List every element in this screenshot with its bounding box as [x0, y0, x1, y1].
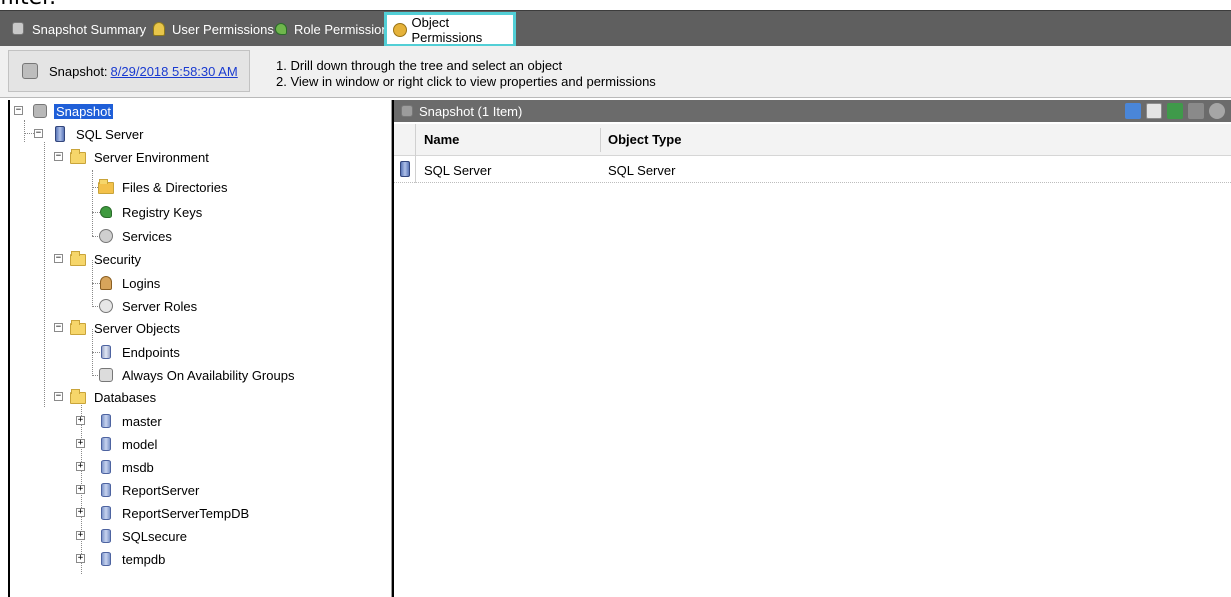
snapshot-label: Snapshot: — [49, 63, 108, 79]
expand-toggle[interactable]: + — [76, 554, 85, 563]
collapse-toggle[interactable]: − — [54, 254, 63, 263]
expand-toggle[interactable]: + — [76, 462, 85, 471]
users-icon — [151, 21, 167, 37]
files-icon — [98, 179, 114, 195]
database-icon — [98, 482, 114, 498]
object-icon — [392, 22, 407, 38]
registry-key-icon — [98, 204, 114, 220]
info-bar: Snapshot: 8/29/2018 5:58:30 AM 1. Drill … — [0, 46, 1231, 98]
tab-label: Object Permissions — [411, 14, 483, 45]
tree-node-server-roles[interactable]: Server Roles — [98, 295, 199, 317]
expand-toggle[interactable]: + — [76, 439, 85, 448]
tree-node-server-objects[interactable]: Server Objects — [70, 317, 182, 339]
tab-bar: Snapshot Summary User Permissions Role P… — [0, 10, 1231, 47]
object-tree-pane[interactable]: − Snapshot − SQL Server − Server Environ… — [8, 100, 392, 597]
tab-snapshot-summary[interactable]: Snapshot Summary — [6, 14, 146, 44]
grid-title: Snapshot (1 Item) — [419, 103, 523, 119]
grid-header: Snapshot (1 Item) — [394, 100, 1231, 122]
tree-node-logins[interactable]: Logins — [98, 272, 162, 294]
database-icon — [98, 505, 114, 521]
snapshot-icon — [11, 21, 27, 37]
collapse-toggle[interactable]: − — [54, 323, 63, 332]
snapshot-icon — [32, 103, 48, 119]
print-icon[interactable] — [1188, 103, 1204, 119]
tab-role-permissions[interactable]: Role Permissions — [268, 14, 395, 44]
collapse-toggle[interactable]: − — [54, 152, 63, 161]
snapshot-date-link[interactable]: 8/29/2018 5:58:30 AM — [111, 64, 238, 79]
expand-toggle[interactable]: + — [76, 508, 85, 517]
instruction-2: 2. View in window or right click to view… — [276, 74, 656, 89]
folder-icon — [70, 251, 86, 267]
column-header-object-type[interactable]: Object Type — [608, 132, 681, 147]
properties-icon[interactable] — [1125, 103, 1141, 119]
tab-label: Role Permissions — [294, 21, 396, 37]
object-list-pane: Snapshot (1 Item) Name Object Type SQL S… — [392, 100, 1231, 597]
collapse-toggle[interactable]: − — [54, 392, 63, 401]
tree-node-db-msdb[interactable]: msdb — [98, 456, 156, 478]
tree-node-db-model[interactable]: model — [98, 433, 159, 455]
tree-node-db-tempdb[interactable]: tempdb — [98, 548, 167, 570]
instructions: 1. Drill down through the tree and selec… — [276, 58, 656, 90]
services-icon — [98, 228, 114, 244]
cell-object-type: SQL Server — [608, 163, 676, 178]
folder-icon — [70, 389, 86, 405]
expand-toggle[interactable]: + — [76, 485, 85, 494]
tree-node-sql-server[interactable]: SQL Server — [52, 123, 145, 145]
tree-node-security[interactable]: Security — [70, 248, 143, 270]
snapshot-icon — [400, 104, 414, 118]
tab-object-permissions[interactable]: Object Permissions — [384, 12, 516, 47]
server-roles-icon — [98, 298, 114, 314]
grid-toolbar — [1125, 103, 1225, 119]
server-icon — [52, 126, 68, 142]
tree-node-registry-keys[interactable]: Registry Keys — [98, 201, 204, 223]
column-header-row: Name Object Type — [394, 124, 1231, 156]
database-icon — [98, 459, 114, 475]
tree-node-db-master[interactable]: master — [98, 410, 164, 432]
tree-node-snapshot[interactable]: Snapshot — [32, 100, 113, 122]
endpoints-icon — [98, 344, 114, 360]
tree-node-availability-groups[interactable]: Always On Availability Groups — [98, 364, 296, 386]
columns-icon[interactable] — [1146, 103, 1162, 119]
cell-name: SQL Server — [424, 163, 492, 178]
database-icon — [98, 551, 114, 567]
tab-label: User Permissions — [172, 21, 274, 37]
tab-label: Snapshot Summary — [32, 21, 147, 37]
folder-icon — [70, 149, 86, 165]
logins-icon — [98, 275, 114, 291]
expand-toggle[interactable]: + — [76, 531, 85, 540]
availability-group-icon — [98, 367, 114, 383]
tree-node-server-environment[interactable]: Server Environment — [70, 146, 211, 168]
tree-node-db-reportserver[interactable]: ReportServer — [98, 479, 201, 501]
tree-node-db-reportservertempdb[interactable]: ReportServerTempDB — [98, 502, 251, 524]
help-icon[interactable] — [1209, 103, 1225, 119]
tab-user-permissions[interactable]: User Permissions — [146, 14, 274, 44]
export-excel-icon[interactable] — [1167, 103, 1183, 119]
database-icon — [98, 413, 114, 429]
roles-icon — [273, 21, 289, 37]
snapshot-info-box: Snapshot: 8/29/2018 5:58:30 AM — [8, 50, 250, 92]
tree-node-endpoints[interactable]: Endpoints — [98, 341, 182, 363]
tree-node-services[interactable]: Services — [98, 225, 174, 247]
collapse-toggle[interactable]: − — [14, 106, 23, 115]
database-icon — [98, 528, 114, 544]
server-icon — [400, 161, 412, 179]
clipped-caption-text: filter. — [0, 0, 56, 10]
column-header-name[interactable]: Name — [424, 132, 459, 147]
collapse-toggle[interactable]: − — [34, 129, 43, 138]
snapshot-icon — [21, 62, 39, 80]
instruction-1: 1. Drill down through the tree and selec… — [276, 58, 563, 73]
expand-toggle[interactable]: + — [76, 416, 85, 425]
database-icon — [98, 436, 114, 452]
tree-node-databases[interactable]: Databases — [70, 386, 158, 408]
tree-node-db-sqlsecure[interactable]: SQLsecure — [98, 525, 189, 547]
folder-icon — [70, 320, 86, 336]
tree-node-files-directories[interactable]: Files & Directories — [98, 176, 229, 198]
table-row[interactable]: SQL Server SQL Server — [394, 157, 1231, 183]
